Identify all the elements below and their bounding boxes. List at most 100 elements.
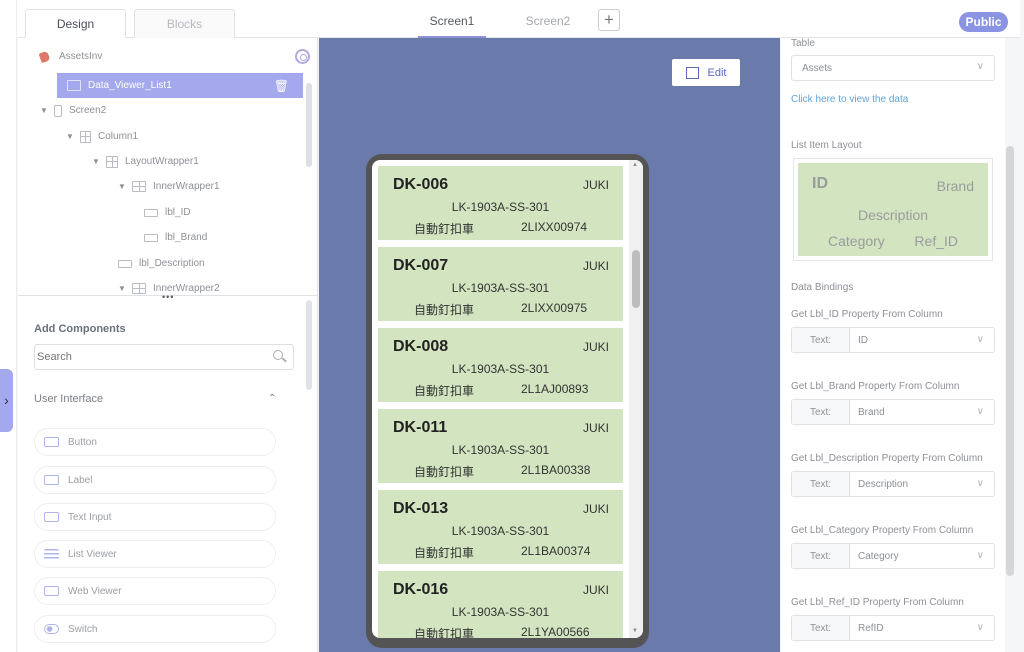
component-label: Switch <box>68 623 98 635</box>
item-brand: JUKI <box>582 340 609 354</box>
add-screen-button[interactable]: + <box>598 9 620 31</box>
caret-down-icon[interactable]: ▼ <box>116 182 128 191</box>
binding-select[interactable]: Text: RefID ∨ <box>791 615 995 641</box>
tree-item-selected[interactable]: Data_Viewer_List1 🗑 <box>57 73 303 98</box>
item-brand: JUKI <box>582 259 609 273</box>
scroll-up-icon[interactable]: ▲ <box>632 162 638 168</box>
item-description: LK-1903A-SS-301 <box>451 281 550 295</box>
user-interface-section[interactable]: User Interface <box>34 393 103 405</box>
design-canvas: Edit DK-006 JUKI LK-1903A-SS-301 自動釘扣車 2LIXX… <box>319 38 780 652</box>
layout-description[interactable]: Description <box>798 207 988 223</box>
app-window: › Design Blocks Screen1 Screen2 + Public… <box>0 0 1024 652</box>
component-web-viewer[interactable]: Web Viewer <box>34 577 276 605</box>
item-description: LK-1903A-SS-301 <box>451 362 550 376</box>
list-item[interactable]: DK-011 JUKI LK-1903A-SS-301 自動釘扣車 2L1BA00338 <box>378 409 623 483</box>
tab-blocks[interactable]: Blocks <box>134 9 235 38</box>
tree-item[interactable]: lbl_Brand <box>140 225 207 250</box>
binding-property: Text: <box>792 328 850 352</box>
binding-column: Brand <box>858 406 885 418</box>
tree-root[interactable]: AssetsInv <box>18 44 318 69</box>
tab-screen1[interactable]: Screen1 <box>418 8 486 38</box>
item-id: DK-006 <box>393 176 449 193</box>
search-icon[interactable] <box>273 350 283 360</box>
item-category: 自動釘扣車 <box>414 222 475 236</box>
component-tree: AssetsInv Data_Viewer_List1 🗑 ▼ Screen2 … <box>18 38 318 296</box>
binding-select[interactable]: Text: Brand ∨ <box>791 399 995 425</box>
top-bar: Design Blocks Screen1 Screen2 + Public <box>17 0 1020 38</box>
label-icon <box>44 475 59 485</box>
caret-down-icon[interactable]: ▼ <box>38 106 50 115</box>
list-item[interactable]: DK-016 JUKI LK-1903A-SS-301 自動釘扣車 2L1YA00566 <box>378 571 623 638</box>
tree-item[interactable]: ▼ Screen2 <box>38 98 106 123</box>
list-icon <box>44 549 59 559</box>
text-input-icon <box>44 512 59 522</box>
scroll-down-icon[interactable]: ▼ <box>632 628 638 634</box>
table-select[interactable]: Assets ∨ <box>791 55 995 81</box>
component-button[interactable]: Button <box>34 428 276 456</box>
binding-select[interactable]: Text: Description ∨ <box>791 471 995 497</box>
layout-brand[interactable]: Brand <box>937 178 974 194</box>
tree-item[interactable]: ▼ InnerWrapper1 <box>116 174 220 199</box>
binding-select[interactable]: Text: ID ∨ <box>791 327 995 353</box>
gear-icon[interactable] <box>295 49 310 64</box>
item-description: LK-1903A-SS-301 <box>451 605 550 619</box>
layout-ref-id[interactable]: Ref_ID <box>914 233 958 249</box>
tree-item[interactable]: ▼ Column1 <box>64 124 138 149</box>
component-text-input[interactable]: Text Input <box>34 503 276 531</box>
layout-category[interactable]: Category <box>828 233 885 249</box>
add-components-title: Add Components <box>34 323 126 335</box>
list-item[interactable]: DK-013 JUKI LK-1903A-SS-301 自動釘扣車 2L1BA00374 <box>378 490 623 564</box>
list-scroll-thumb[interactable] <box>632 250 640 308</box>
tree-scrollbar[interactable] <box>306 83 312 167</box>
item-id: DK-011 <box>393 419 448 436</box>
component-label: List Viewer <box>68 548 117 560</box>
list-viewer-icon <box>67 80 81 91</box>
component-list-viewer[interactable]: List Viewer <box>34 540 276 568</box>
caret-down-icon[interactable]: ▼ <box>90 157 102 166</box>
tree-item[interactable]: ▼ LayoutWrapper1 <box>90 149 199 174</box>
list-item-layout-preview[interactable]: ID Brand Description Category Ref_ID <box>793 158 993 261</box>
item-ref-id: 2L1BA00374 <box>521 544 591 558</box>
chevron-down-icon: ∨ <box>976 478 984 489</box>
tree-item[interactable]: lbl_ID <box>140 200 191 225</box>
caret-down-icon[interactable]: ▼ <box>64 132 76 141</box>
item-id: DK-007 <box>393 257 449 274</box>
view-data-link[interactable]: Click here to view the data <box>791 94 908 105</box>
list-item[interactable]: DK-008 JUKI LK-1903A-SS-301 自動釘扣車 2L1AJ00893 <box>378 328 623 402</box>
tree-root-label: AssetsInv <box>59 51 103 62</box>
binding-column: RefID <box>858 622 884 634</box>
list-item[interactable]: DK-007 JUKI LK-1903A-SS-301 自動釘扣車 2LIXX00975 <box>378 247 623 321</box>
binding-property: Text: <box>792 400 850 424</box>
tree-item-label: Data_Viewer_List1 <box>88 80 172 91</box>
component-switch[interactable]: Switch <box>34 615 276 643</box>
left-edge <box>0 0 17 652</box>
components-scrollbar[interactable] <box>306 300 312 390</box>
list-item[interactable]: DK-006 JUKI LK-1903A-SS-301 自動釘扣車 2LIXX00974 <box>378 166 623 240</box>
tab-design[interactable]: Design <box>25 9 126 38</box>
item-ref-id: 2LIXX00974 <box>521 220 588 234</box>
component-label-item[interactable]: Label <box>34 466 276 494</box>
caret-down-icon[interactable]: ▼ <box>116 284 128 293</box>
tree-item-label: lbl_Description <box>139 258 205 269</box>
public-badge[interactable]: Public <box>959 12 1008 32</box>
binding-column: ID <box>858 334 868 346</box>
layout-id[interactable]: ID <box>812 175 828 193</box>
tree-item[interactable]: lbl_Description <box>114 251 205 276</box>
item-description: LK-1903A-SS-301 <box>451 524 550 538</box>
chevron-down-icon: ∨ <box>976 550 984 561</box>
trash-icon[interactable]: 🗑 <box>274 79 289 93</box>
label-icon <box>144 208 158 217</box>
expand-panel-button[interactable]: › <box>0 369 13 432</box>
edit-button[interactable]: Edit <box>672 59 740 86</box>
chevron-down-icon: ∨ <box>976 406 984 417</box>
list-viewer[interactable]: DK-006 JUKI LK-1903A-SS-301 自動釘扣車 2LIXX00974… <box>372 160 643 638</box>
search-input[interactable] <box>34 344 294 370</box>
list-scrollbar[interactable] <box>629 160 643 638</box>
component-label: Label <box>68 474 93 486</box>
properties-scrollbar[interactable] <box>1006 146 1014 576</box>
binding-select[interactable]: Text: Category ∨ <box>791 543 995 569</box>
item-ref-id: 2L1BA00338 <box>521 463 591 477</box>
binding-label: Get Lbl_Category Property From Column <box>791 525 974 536</box>
chevron-up-icon[interactable]: ⌃ <box>268 393 276 404</box>
tab-screen2[interactable]: Screen2 <box>514 8 582 38</box>
